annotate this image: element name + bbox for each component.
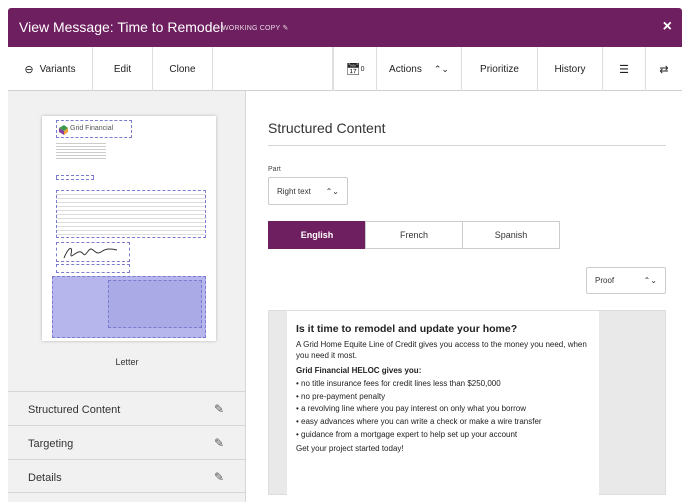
edit-label: Edit bbox=[113, 63, 132, 75]
section-label: Targeting bbox=[28, 438, 74, 450]
language-tabs: English French Spanish bbox=[268, 221, 560, 249]
logo-text: Grid Financial bbox=[70, 125, 114, 132]
page-title: Structured Content bbox=[268, 120, 386, 136]
checklist-icon: ☰ bbox=[619, 63, 629, 76]
history-button[interactable]: History bbox=[538, 47, 603, 91]
section-label: Details bbox=[28, 472, 62, 484]
mode-select[interactable]: Proof ⌃⌄ bbox=[586, 267, 666, 294]
part-select[interactable]: Right text ⌃⌄ bbox=[268, 177, 348, 205]
window-title: View Message: Time to Remodel bbox=[19, 19, 224, 35]
grid-financial-logo-icon bbox=[59, 125, 68, 135]
section-details[interactable]: Details ✎ bbox=[8, 459, 246, 493]
checklist-button[interactable]: ☰ bbox=[603, 47, 646, 91]
chevron-updown-icon: ⌃⌄ bbox=[325, 186, 339, 196]
list-item: • no pre-payment penalty bbox=[296, 391, 386, 401]
chevron-updown-icon: ⌃⌄ bbox=[433, 63, 449, 74]
edit-button[interactable]: Edit bbox=[93, 47, 153, 91]
toolbar-spacer bbox=[213, 47, 333, 91]
working-copy-badge: WORKING COPY ✎ bbox=[222, 24, 289, 32]
tab-french[interactable]: French bbox=[365, 221, 463, 249]
content-question: Is it time to remodel and update your ho… bbox=[296, 323, 518, 335]
close-icon[interactable]: × bbox=[663, 18, 672, 36]
section-targeting[interactable]: Targeting ✎ bbox=[8, 425, 246, 459]
content-closing: Get your project started today! bbox=[296, 443, 404, 453]
date-field bbox=[56, 175, 94, 180]
content-body: Is it time to remodel and update your ho… bbox=[287, 311, 599, 496]
content-intro: A Grid Home Equite Line of Credit gives … bbox=[296, 340, 587, 360]
prioritize-button[interactable]: Prioritize bbox=[462, 47, 538, 91]
variants-icon: ⊖ bbox=[24, 63, 34, 76]
section-label: Structured Content bbox=[28, 404, 121, 416]
letter-thumbnail[interactable]: Grid Financial bbox=[42, 116, 216, 341]
part-select-value: Right text bbox=[277, 186, 311, 196]
chevron-updown-icon: ⌃⌄ bbox=[643, 276, 657, 285]
signer-name bbox=[56, 264, 130, 273]
calendar-icon: 📅︎ bbox=[345, 62, 361, 76]
edit-icon[interactable]: ✎ bbox=[214, 402, 224, 416]
sidebar: Grid Financial Letter Structured Content… bbox=[8, 91, 246, 502]
history-label: History bbox=[554, 63, 586, 75]
list-item: • no title insurance fees for credit lin… bbox=[296, 379, 501, 388]
body-text-area bbox=[56, 190, 206, 238]
divider bbox=[268, 145, 666, 146]
title-bar: View Message: Time to Remodel WORKING CO… bbox=[8, 8, 682, 47]
edit-icon[interactable]: ✎ bbox=[214, 470, 224, 484]
section-structured-content[interactable]: Structured Content ✎ bbox=[8, 391, 246, 425]
benefits-heading: Grid Financial HELOC gives you: bbox=[296, 366, 422, 375]
pencil-icon: ✎ bbox=[282, 25, 289, 32]
variants-label: Variants bbox=[39, 63, 76, 75]
signature-area bbox=[56, 242, 130, 262]
prioritize-label: Prioritize bbox=[480, 63, 519, 75]
swap-icon: ⇄ bbox=[659, 63, 669, 76]
list-item: • guidance from a mortgage expert to hel… bbox=[296, 429, 518, 439]
logo-area: Grid Financial bbox=[56, 120, 132, 138]
working-copy-label: WORKING COPY bbox=[222, 25, 281, 32]
view-message-window: View Message: Time to Remodel WORKING CO… bbox=[8, 8, 682, 502]
tab-english[interactable]: English bbox=[268, 221, 366, 249]
actions-label: Actions bbox=[389, 63, 422, 75]
preview-label: Letter bbox=[115, 357, 139, 367]
mode-select-value: Proof bbox=[595, 276, 615, 285]
tab-spanish[interactable]: Spanish bbox=[462, 221, 560, 249]
list-item: • a revolving line where you pay interes… bbox=[296, 404, 527, 414]
schedule-count: 0 bbox=[360, 65, 365, 73]
edit-icon[interactable]: ✎ bbox=[214, 436, 224, 450]
content-preview: Is it time to remodel and update your ho… bbox=[268, 310, 666, 496]
swap-button[interactable]: ⇄ bbox=[646, 47, 682, 91]
actions-dropdown[interactable]: Actions ⌃⌄ bbox=[377, 47, 462, 91]
inner-content-block bbox=[108, 280, 202, 328]
toolbar: ⊖ Variants Edit Clone 📅︎ 0 Actions ⌃⌄ Prior… bbox=[8, 47, 682, 91]
address-lines bbox=[56, 141, 106, 159]
signature-icon bbox=[63, 248, 118, 259]
part-label: Part bbox=[268, 166, 281, 173]
clone-label: Clone bbox=[169, 63, 196, 75]
variants-button[interactable]: ⊖ Variants bbox=[8, 47, 93, 91]
clone-button[interactable]: Clone bbox=[153, 47, 213, 91]
schedule-button[interactable]: 📅︎ 0 bbox=[333, 47, 377, 91]
list-item: • easy advances where you can write a ch… bbox=[296, 417, 542, 427]
